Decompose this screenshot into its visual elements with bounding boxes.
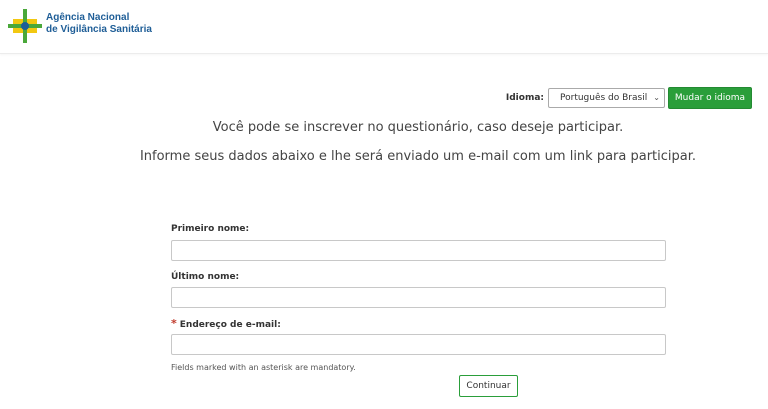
first-name-input[interactable]: [171, 240, 666, 261]
language-select-value: Português do Brasil: [560, 93, 648, 103]
email-label: Endereço de e-mail:: [179, 320, 281, 330]
last-name-label: Último nome:: [171, 272, 240, 282]
intro-text-line2: Informe seus dados abaixo e lhe será env…: [139, 149, 697, 164]
continue-button[interactable]: Continuar: [459, 375, 518, 397]
mandatory-note: Fields marked with an asterisk are manda…: [171, 363, 356, 372]
agency-name-line2: de Vigilância Sanitária: [46, 24, 152, 35]
last-name-input[interactable]: [171, 287, 666, 308]
agency-name: Agência Nacional de Vigilância Sanitária: [46, 12, 152, 36]
anvisa-logo-icon: [8, 9, 42, 43]
change-language-button[interactable]: Mudar o idioma: [668, 87, 752, 109]
first-name-label: Primeiro nome:: [171, 224, 250, 234]
chevron-down-icon: ⌄: [653, 93, 660, 102]
language-select[interactable]: Português do Brasil ⌄: [548, 88, 665, 108]
email-input[interactable]: [171, 334, 666, 355]
intro-text-line1: Você pode se inscrever no questionário, …: [212, 120, 624, 135]
site-header: Agência Nacional de Vigilância Sanitária: [0, 0, 768, 54]
language-bar: Idioma: Português do Brasil ⌄ Mudar o id…: [506, 87, 752, 109]
required-asterisk: *: [171, 317, 177, 330]
email-label-row: * Endereço de e-mail:: [171, 317, 281, 330]
language-label: Idioma:: [505, 93, 544, 103]
agency-name-line1: Agência Nacional: [46, 12, 130, 23]
